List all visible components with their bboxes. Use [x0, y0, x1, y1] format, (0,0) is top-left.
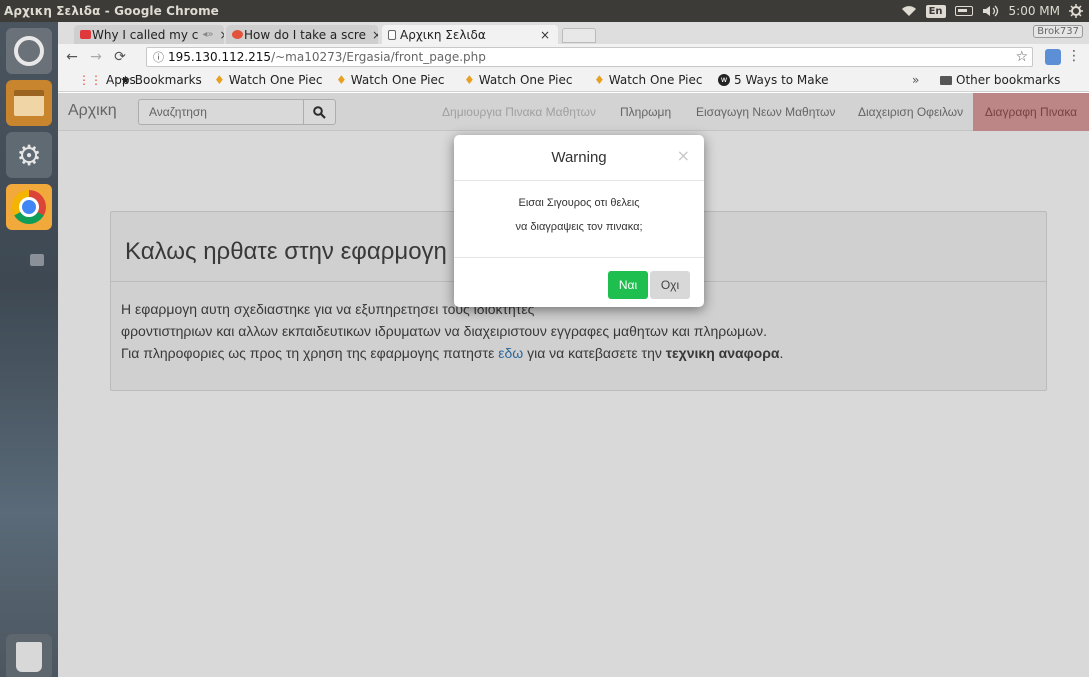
bookmark-one-piece-1[interactable]: ♦ Watch One Piec — [214, 73, 322, 87]
bookmark-one-piece-4[interactable]: ♦ Watch One Piec — [594, 73, 702, 87]
tab-close-icon[interactable]: × — [534, 28, 550, 42]
url-host: 195.130.112.215 — [168, 50, 272, 64]
modal-footer: Ναι Οχι — [454, 257, 704, 307]
chrome-menu-icon[interactable]: ⋮ — [1067, 48, 1081, 64]
window-title: Αρχικη Σελιδα - Google Chrome — [4, 4, 219, 18]
page-favicon-icon — [388, 29, 396, 40]
modal-header: Warning × — [454, 135, 704, 181]
address-bar[interactable]: ⓘ 195.130.112.215 /~ma10273/Ergasia/fron… — [146, 47, 1033, 67]
power-gear-icon[interactable] — [1069, 4, 1083, 18]
bookmark-star-icon[interactable]: ☆ — [1015, 49, 1028, 65]
keyboard-layout-indicator[interactable]: En — [925, 4, 946, 18]
volume-icon[interactable] — [982, 5, 1000, 17]
back-icon[interactable]: ← — [62, 49, 82, 65]
clock[interactable]: 5:00 ΜΜ — [1009, 4, 1060, 18]
workspace-icon[interactable] — [30, 254, 44, 266]
close-icon[interactable]: × — [677, 146, 690, 165]
tab-close-icon[interactable]: × — [366, 28, 378, 42]
tab-close-icon[interactable]: × — [214, 28, 224, 42]
tab-strip: Why I called my c ◂» × How do I take a s… — [58, 22, 1089, 44]
modal-title: Warning — [551, 149, 607, 166]
reload-icon[interactable]: ⟳ — [110, 49, 130, 65]
star-icon: ★ — [120, 73, 131, 87]
browser-toolbar: ← → ⟳ ⓘ 195.130.112.215 /~ma10273/Ergasi… — [58, 44, 1089, 70]
warning-modal: Warning × Εισαι Σιγουρος οτι θελεις να δ… — [454, 135, 704, 307]
battery-icon[interactable] — [954, 6, 973, 16]
audio-playing-icon[interactable]: ◂» — [202, 29, 213, 40]
bookmarks-bar: ⋮⋮ Apps ★ Bookmarks ♦ Watch One Piec ♦ W… — [58, 70, 1089, 92]
trash-icon[interactable] — [6, 634, 52, 677]
wifi-icon[interactable] — [901, 5, 917, 17]
system-tray: En 5:00 ΜΜ — [901, 0, 1083, 22]
chrome-launcher-icon[interactable] — [6, 184, 52, 230]
wikihow-icon: w — [718, 74, 730, 86]
os-top-panel: Αρχικη Σελιδα - Google Chrome En 5:00 ΜΜ — [0, 0, 1089, 22]
tab-label: How do I take a scre — [244, 27, 366, 42]
onepiece-icon: ♦ — [214, 73, 225, 87]
profile-button[interactable]: Brok737 — [1033, 25, 1083, 38]
tab-label: Why I called my c — [92, 27, 199, 42]
files-icon[interactable] — [6, 80, 52, 126]
modal-message-line-2: να διαγραψεις τον πινακα; — [515, 221, 643, 233]
modal-message-line-1: Εισαι Σιγουρος οτι θελεις — [518, 197, 640, 209]
youtube-favicon-icon — [80, 30, 91, 39]
tab-front-page[interactable]: Αρχικη Σελιδα × — [382, 25, 558, 44]
ubuntu-dash-icon[interactable] — [6, 28, 52, 74]
bookmark-bookmarks[interactable]: ★ Bookmarks — [120, 73, 202, 87]
confirm-yes-button[interactable]: Ναι — [608, 271, 648, 299]
apps-grid-icon: ⋮⋮ — [78, 73, 102, 87]
tab-youtube[interactable]: Why I called my c ◂» × — [74, 25, 224, 44]
site-info-icon[interactable]: ⓘ — [153, 49, 164, 65]
bookmark-5-ways[interactable]: w 5 Ways to Make — [718, 73, 829, 87]
bookmark-one-piece-3[interactable]: ♦ Watch One Piec — [464, 73, 572, 87]
web-page: Αρχικη Δημιουργια Πινακα Μαθητων Πληρωμη… — [58, 93, 1089, 677]
tab-ask[interactable]: How do I take a scre × — [226, 25, 378, 44]
tab-label: Αρχικη Σελιδα — [400, 27, 486, 42]
folder-icon — [940, 75, 952, 85]
unity-launcher: ⚙ — [0, 22, 63, 677]
onepiece-icon: ♦ — [336, 73, 347, 87]
bookmarks-overflow-icon[interactable]: » — [912, 73, 919, 87]
onepiece-icon: ♦ — [464, 73, 475, 87]
url-path: /~ma10273/Ergasia/front_page.php — [271, 50, 486, 64]
new-tab-button[interactable] — [562, 28, 596, 43]
bookmark-other-bookmarks[interactable]: Other bookmarks — [940, 73, 1060, 87]
bookmark-one-piece-2[interactable]: ♦ Watch One Piec — [336, 73, 444, 87]
system-settings-icon[interactable]: ⚙ — [6, 132, 52, 178]
confirm-no-button[interactable]: Οχι — [650, 271, 690, 299]
onepiece-icon: ♦ — [594, 73, 605, 87]
chrome-window: Why I called my c ◂» × How do I take a s… — [58, 22, 1089, 677]
modal-body: Εισαι Σιγουρος οτι θελεις να διαγραψεις … — [454, 191, 704, 239]
extension-icon[interactable] — [1045, 49, 1061, 65]
ask-favicon-icon — [232, 30, 243, 39]
forward-icon[interactable]: → — [86, 49, 106, 65]
